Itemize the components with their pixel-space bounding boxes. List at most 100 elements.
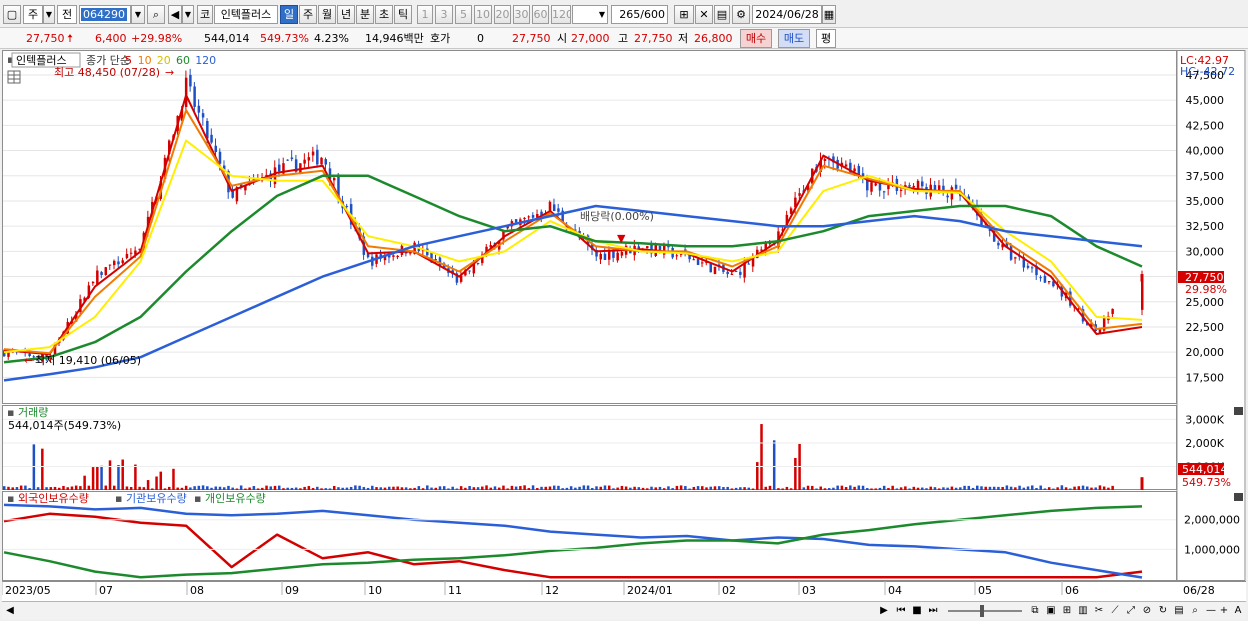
volume-bar: [777, 488, 780, 490]
layout-icon[interactable]: ▣: [1044, 603, 1058, 618]
panel-close-icon[interactable]: [1234, 407, 1243, 415]
rewind-icon[interactable]: ⏮: [894, 603, 908, 618]
interval-button-10[interactable]: 10: [474, 5, 492, 24]
volume-bar: [3, 486, 6, 490]
cycle-icon[interactable]: ↻: [1156, 603, 1170, 618]
interval-button-5[interactable]: 5: [455, 5, 472, 24]
scroll-left-icon[interactable]: ◀: [4, 603, 16, 618]
volume-bar: [362, 487, 366, 490]
holdings-legend-item-1: 기관보유수량: [126, 492, 187, 505]
volume-bar: [946, 487, 949, 490]
stock-code-input[interactable]: 064290: [79, 5, 131, 24]
volume-bar: [303, 486, 306, 490]
copy-icon[interactable]: ⧉: [1028, 603, 1042, 618]
period-tab-4[interactable]: 분: [356, 5, 374, 24]
volume-bar: [717, 486, 721, 490]
link-icon[interactable]: ⊘: [1140, 603, 1154, 618]
buy-button[interactable]: 매수: [740, 29, 772, 48]
candle-body: [320, 157, 323, 165]
candle-body: [1009, 245, 1013, 260]
market-button[interactable]: 코: [197, 5, 213, 24]
last-volume-bar: [1140, 477, 1144, 490]
volume-bar: [502, 485, 505, 490]
price-y-tick: 30,000: [1186, 245, 1225, 258]
holdings-legend-item-2: 개인보유수량: [205, 492, 266, 505]
volume-bar: [383, 487, 387, 490]
chart-type-select[interactable]: 주: [23, 5, 43, 24]
trend-tool-icon[interactable]: ⤢: [1124, 603, 1138, 618]
volume-bar: [942, 487, 945, 490]
gear-icon[interactable]: ⚙: [732, 5, 750, 24]
print-icon[interactable]: ▤: [1172, 603, 1186, 618]
volume-bar: [696, 486, 700, 490]
interval-button-1[interactable]: 1: [417, 5, 433, 24]
prev-button[interactable]: 전: [57, 5, 77, 24]
save-icon[interactable]: ▤: [714, 5, 730, 24]
candle-body: [392, 255, 395, 257]
window-menu-icon[interactable]: ▢: [3, 5, 21, 24]
fast-forward-icon[interactable]: ⏭: [926, 603, 940, 618]
candle-body: [933, 184, 937, 190]
stop-icon[interactable]: ■: [910, 603, 924, 618]
candle-body: [899, 189, 903, 191]
chart-scrollbar[interactable]: ◀ ▶ ⏮ ■ ⏭ ⧉ ▣ ⊞ ▥ ✂ ⟋ ⤢ ⊘ ↻ ▤ ⌕ — + A: [2, 601, 1246, 619]
x-axis-label: 08: [190, 584, 204, 597]
volume-bar: [531, 485, 535, 490]
period-tab-1[interactable]: 주: [299, 5, 317, 24]
interval-button-120[interactable]: 120: [551, 5, 571, 24]
quote-label: 호가: [430, 32, 451, 45]
volume-bar: [493, 486, 497, 490]
volume-bar: [91, 467, 95, 490]
volume-bar: [28, 488, 31, 490]
period-tab-0[interactable]: 일: [280, 5, 298, 24]
speaker-dropdown-icon[interactable]: ▼: [182, 5, 194, 24]
period-tab-2[interactable]: 월: [318, 5, 336, 24]
volume-bar: [151, 488, 154, 490]
scroll-right-icon[interactable]: ▶: [878, 603, 890, 618]
interval-dropdown[interactable]: ▼: [572, 5, 608, 24]
panel-close-icon[interactable]: [1234, 493, 1243, 501]
candle-body: [121, 260, 124, 263]
candle-body: [531, 215, 535, 218]
date-input[interactable]: 2024/06/28: [752, 5, 822, 24]
calendar-icon[interactable]: ▦: [822, 5, 836, 24]
code-dropdown-icon[interactable]: ▼: [131, 5, 145, 24]
volume-bar: [447, 488, 450, 490]
volume-bar: [705, 487, 708, 490]
interval-button-60[interactable]: 60: [532, 5, 549, 24]
period-tab-3[interactable]: 년: [337, 5, 355, 24]
x-axis-label: 12: [545, 584, 559, 597]
search-icon[interactable]: ⌕: [147, 5, 165, 24]
interval-button-30[interactable]: 30: [513, 5, 530, 24]
grid-icon[interactable]: ⊞: [1060, 603, 1074, 618]
interval-button-3[interactable]: 3: [435, 5, 453, 24]
speaker-icon[interactable]: ◀: [168, 5, 182, 24]
price-y-tick: 22,500: [1186, 321, 1225, 334]
volume-bar: [244, 488, 247, 490]
period-tab-6[interactable]: 틱: [394, 5, 412, 24]
period-icon[interactable]: ▥: [1076, 603, 1090, 618]
candle-body: [527, 216, 531, 218]
interval-button-20[interactable]: 20: [494, 5, 511, 24]
period-tab-5[interactable]: 초: [375, 5, 393, 24]
search-icon[interactable]: ⌕: [1188, 603, 1202, 618]
count-input[interactable]: 265/600: [611, 5, 668, 24]
volume-bar: [849, 485, 852, 490]
volume-last-tag-text: 544,014: [1182, 463, 1228, 476]
chart-tools-icon[interactable]: ⊞: [674, 5, 694, 24]
sell-button[interactable]: 매도: [778, 29, 810, 48]
zoom-in-icon[interactable]: +: [1218, 603, 1230, 618]
crosshair-icon[interactable]: ✕: [695, 5, 713, 24]
scissors-icon[interactable]: ✂: [1092, 603, 1106, 618]
line-tool-icon[interactable]: ⟋: [1108, 603, 1122, 618]
candle-body: [184, 77, 188, 108]
volume-bar: [193, 486, 196, 490]
avg-button[interactable]: 평: [816, 29, 836, 48]
zoom-out-icon[interactable]: —: [1204, 603, 1218, 618]
font-size-icon[interactable]: A: [1232, 603, 1244, 618]
zoom-slider[interactable]: [946, 603, 1024, 618]
volume-bar: [345, 487, 349, 490]
price-y-tick: 25,000: [1186, 296, 1225, 309]
chevron-down-icon[interactable]: ▼: [43, 5, 55, 24]
panel-menu-icon[interactable]: ▪: [7, 406, 14, 419]
